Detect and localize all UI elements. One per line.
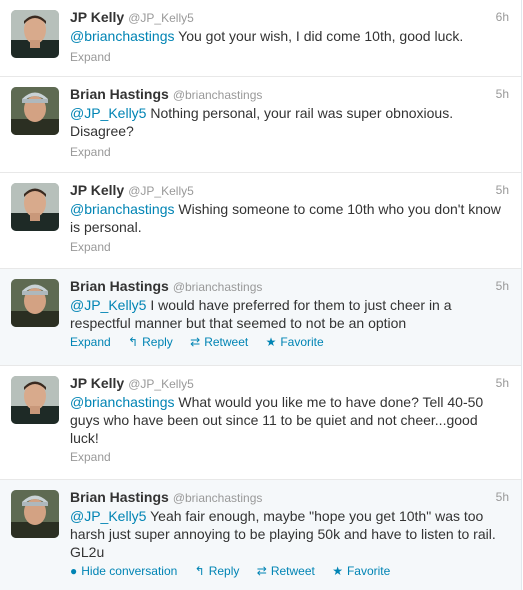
mention-link[interactable]: @JP_Kelly5 — [70, 508, 146, 524]
retweet-label: Retweet — [270, 564, 315, 578]
tweet-text: @JP_Kelly5 Nothing personal, your rail w… — [70, 104, 507, 140]
tweet-actions: Expand — [70, 450, 125, 464]
avatar-brian-hastings[interactable] — [11, 279, 59, 327]
timestamp[interactable]: 5h — [496, 279, 509, 293]
timestamp[interactable]: 5h — [496, 490, 509, 504]
timestamp[interactable]: 5h — [496, 183, 509, 197]
avatar-brian-hastings[interactable] — [11, 490, 59, 538]
expand-link[interactable]: Expand — [70, 335, 111, 349]
conversation-timeline: JP Kelly @JP_Kelly5 6h @brianchastings Yo… — [0, 0, 522, 590]
expand-link[interactable]: Expand — [70, 50, 111, 64]
hide-conversation-link[interactable]: ● Hide conversation — [70, 564, 177, 578]
brian-hastings-photo — [11, 490, 59, 538]
tweet-header: JP Kelly @JP_Kelly5 5h — [70, 182, 509, 200]
avatar-jp-kelly[interactable] — [11, 376, 59, 424]
tweet-text: @brianchastings What would you like me t… — [70, 393, 507, 447]
tweet[interactable]: Brian Hastings @brianchastings 5h @JP_Kel… — [0, 269, 521, 366]
tweet-header: JP Kelly @JP_Kelly5 5h — [70, 375, 509, 393]
avatar-brian-hastings[interactable] — [11, 87, 59, 135]
favorite-label: Favorite — [346, 564, 391, 578]
retweet-label: Retweet — [204, 335, 249, 349]
expand-link[interactable]: Expand — [70, 240, 111, 254]
tweet[interactable]: Brian Hastings @brianchastings 5h @JP_Kel… — [0, 480, 521, 590]
retweet-button[interactable]: ⇄ Retweet — [190, 335, 248, 349]
retweet-icon: ⇄ — [190, 335, 201, 349]
tweet-header: JP Kelly @JP_Kelly5 6h — [70, 9, 509, 27]
reply-label: Reply — [208, 564, 240, 578]
mention-link[interactable]: @JP_Kelly5 — [70, 105, 146, 121]
favorite-label: Favorite — [280, 335, 324, 349]
brian-hastings-photo — [11, 87, 59, 135]
author-name[interactable]: JP Kelly — [70, 375, 124, 391]
mention-link[interactable]: @JP_Kelly5 — [70, 297, 146, 313]
tweet-actions: Expand — [70, 50, 125, 64]
timestamp[interactable]: 5h — [496, 87, 509, 101]
tweet[interactable]: JP Kelly @JP_Kelly5 5h @brianchastings Wh… — [0, 366, 521, 480]
speech-bubble-icon: ● — [70, 564, 78, 578]
retweet-icon: ⇄ — [256, 564, 267, 578]
mention-link[interactable]: @brianchastings — [70, 201, 175, 217]
jp-kelly-photo — [11, 376, 59, 424]
tweet-actions: ● Hide conversation ↰ Reply ⇄ Retweet ★ Favo… — [70, 564, 404, 578]
tweet-actions: Expand — [70, 145, 125, 159]
mention-link[interactable]: @brianchastings — [70, 28, 175, 44]
tweet-header: Brian Hastings @brianchastings 5h — [70, 489, 509, 507]
tweet-body: You got your wish, I did come 10th, good… — [178, 28, 464, 44]
star-icon: ★ — [332, 564, 343, 578]
tweet-actions: Expand — [70, 240, 125, 254]
hide-conversation-label: Hide conversation — [81, 564, 178, 578]
timestamp[interactable]: 5h — [496, 376, 509, 390]
jp-kelly-photo — [11, 10, 59, 58]
timestamp[interactable]: 6h — [496, 10, 509, 24]
reply-label: Reply — [142, 335, 173, 349]
reply-button[interactable]: ↰ Reply — [128, 335, 173, 349]
author-name[interactable]: JP Kelly — [70, 182, 124, 198]
favorite-button[interactable]: ★ Favorite — [332, 564, 390, 578]
tweet-header: Brian Hastings @brianchastings 5h — [70, 86, 509, 104]
retweet-button[interactable]: ⇄ Retweet — [257, 564, 315, 578]
author-name[interactable]: Brian Hastings — [70, 489, 169, 505]
reply-arrow-icon: ↰ — [194, 564, 205, 578]
reply-arrow-icon: ↰ — [128, 335, 139, 349]
star-icon: ★ — [265, 335, 277, 349]
author-name[interactable]: Brian Hastings — [70, 86, 169, 102]
author-handle[interactable]: @JP_Kelly5 — [128, 377, 194, 391]
author-handle[interactable]: @brianchastings — [173, 491, 263, 505]
avatar-jp-kelly[interactable] — [11, 10, 59, 58]
author-handle[interactable]: @brianchastings — [173, 280, 263, 294]
expand-link[interactable]: Expand — [70, 145, 111, 159]
tweet-text: @JP_Kelly5 I would have preferred for th… — [70, 296, 507, 332]
jp-kelly-photo — [11, 183, 59, 231]
author-name[interactable]: Brian Hastings — [70, 278, 169, 294]
author-name[interactable]: JP Kelly — [70, 9, 124, 25]
favorite-button[interactable]: ★ Favorite — [266, 335, 324, 349]
brian-hastings-photo — [11, 279, 59, 327]
author-handle[interactable]: @JP_Kelly5 — [128, 184, 194, 198]
tweet-text: @brianchastings You got your wish, I did… — [70, 27, 507, 45]
mention-link[interactable]: @brianchastings — [70, 394, 175, 410]
tweet-text: @JP_Kelly5 Yeah fair enough, maybe "hope… — [70, 507, 507, 561]
tweet[interactable]: JP Kelly @JP_Kelly5 6h @brianchastings Yo… — [0, 0, 521, 77]
tweet-actions: Expand ↰ Reply ⇄ Retweet ★ Favorite — [70, 335, 338, 349]
tweet-text: @brianchastings Wishing someone to come … — [70, 200, 507, 236]
author-handle[interactable]: @brianchastings — [173, 88, 263, 102]
expand-link[interactable]: Expand — [70, 450, 111, 464]
avatar-jp-kelly[interactable] — [11, 183, 59, 231]
tweet[interactable]: JP Kelly @JP_Kelly5 5h @brianchastings Wi… — [0, 173, 521, 269]
reply-button[interactable]: ↰ Reply — [195, 564, 240, 578]
author-handle[interactable]: @JP_Kelly5 — [128, 11, 194, 25]
tweet[interactable]: Brian Hastings @brianchastings 5h @JP_Kel… — [0, 77, 521, 173]
tweet-header: Brian Hastings @brianchastings 5h — [70, 278, 509, 296]
